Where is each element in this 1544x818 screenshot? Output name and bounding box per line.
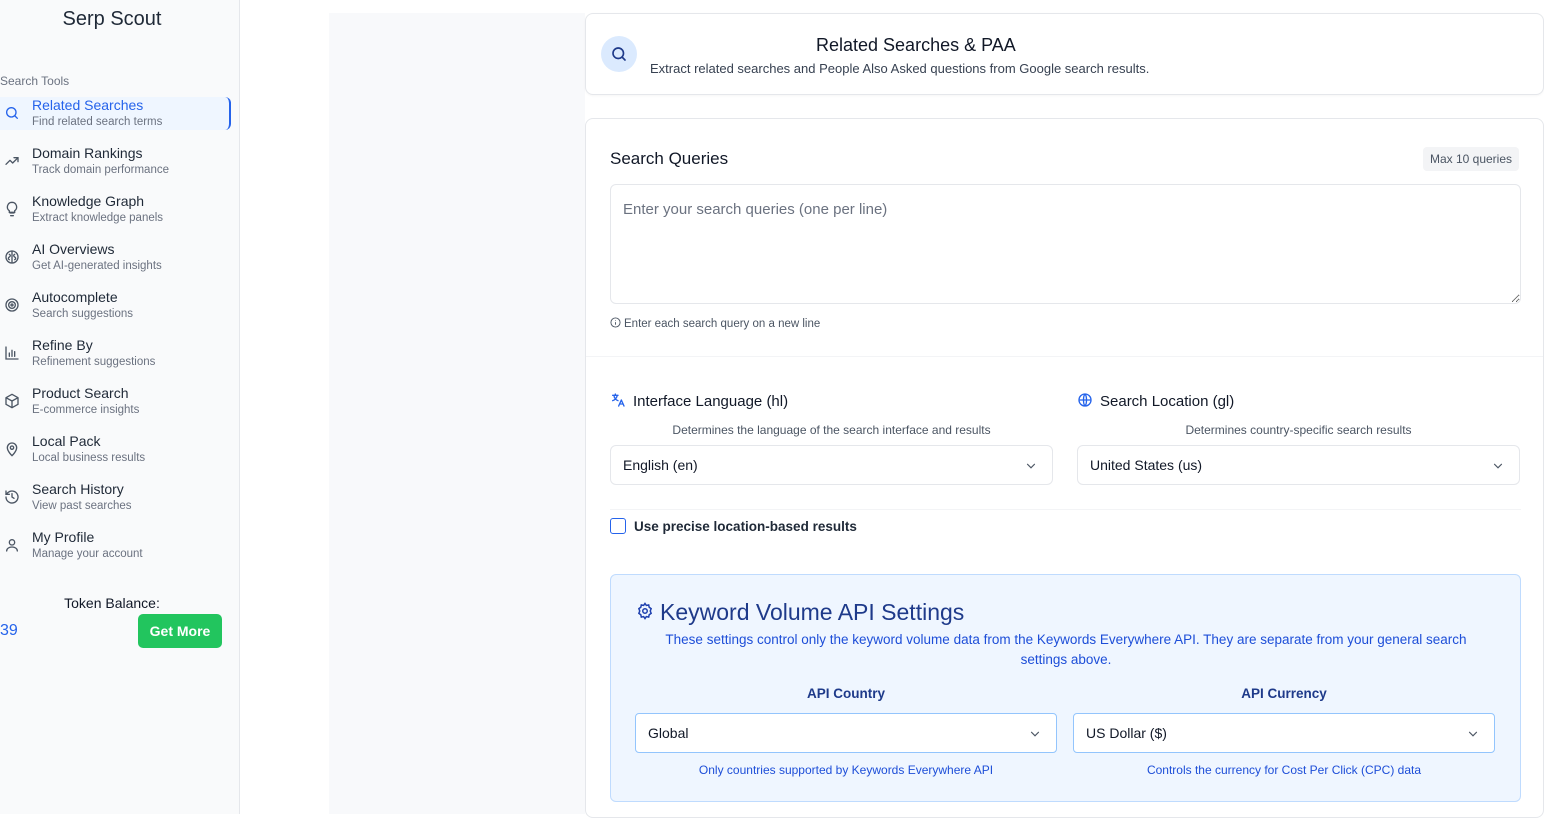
search-location-label-text: Search Location (gl) xyxy=(1100,393,1235,410)
sidebar-item-title: Autocomplete xyxy=(32,289,118,305)
info-icon xyxy=(610,317,621,328)
precise-location-checkbox[interactable] xyxy=(610,518,626,534)
sidebar-item-title: Refine By xyxy=(32,337,93,353)
sidebar-item-refine-by[interactable]: Refine By Refinement suggestions xyxy=(0,337,231,370)
globe-icon xyxy=(1078,393,1092,407)
sidebar: Serp Scout Search Tools Related Searches… xyxy=(0,0,240,814)
sidebar-item-subtitle: Get AI-generated insights xyxy=(32,260,162,272)
search-form-card: Search Queries Max 10 queries Enter each… xyxy=(585,118,1544,818)
page-header-card: Related Searches & PAA Extract related s… xyxy=(585,13,1544,95)
sidebar-item-subtitle: Extract knowledge panels xyxy=(32,212,164,224)
sidebar-item-search-history[interactable]: Search History View past searches xyxy=(0,481,231,514)
divider xyxy=(610,509,1521,510)
api-currency-label: API Currency xyxy=(1241,686,1327,701)
sidebar-item-related-searches[interactable]: Related Searches Find related search ter… xyxy=(0,97,231,130)
precise-location-label[interactable]: Use precise location-based results xyxy=(634,519,857,534)
sidebar-item-knowledge-graph[interactable]: Knowledge Graph Extract knowledge panels xyxy=(0,193,231,226)
sidebar-item-title: Product Search xyxy=(32,385,129,401)
keyword-volume-settings-panel: Keyword Volume API Settings These settin… xyxy=(610,574,1521,802)
keyword-volume-title: Keyword Volume API Settings xyxy=(636,599,964,626)
gear-icon xyxy=(637,602,653,620)
sidebar-item-subtitle: Track domain performance xyxy=(32,164,169,176)
search-queries-hint-text: Enter each search query on a new line xyxy=(624,318,821,330)
get-more-button[interactable]: Get More xyxy=(138,614,222,648)
brain-icon xyxy=(4,249,20,265)
search-queries-input[interactable] xyxy=(610,184,1521,304)
sidebar-item-domain-rankings[interactable]: Domain Rankings Track domain performance xyxy=(0,145,231,178)
api-country-label: API Country xyxy=(806,686,885,701)
max-queries-badge: Max 10 queries xyxy=(1423,147,1519,171)
divider xyxy=(586,356,1543,357)
keyword-volume-description: These settings control only the keyword … xyxy=(665,632,1467,667)
map-pin-icon xyxy=(4,441,20,457)
interface-language-selected: English (en) xyxy=(623,457,698,473)
sidebar-item-my-profile[interactable]: My Profile Manage your account xyxy=(0,529,231,562)
api-country-note: Only countries supported by Keywords Eve… xyxy=(698,763,994,777)
token-balance-value: 39 xyxy=(0,622,18,639)
sidebar-item-product-search[interactable]: Product Search E-commerce insights xyxy=(0,385,231,418)
search-location-label: Search Location (gl) xyxy=(1077,392,1234,410)
page-subtitle: Extract related searches and People Also… xyxy=(650,61,1150,76)
sidebar-item-subtitle: Local business results xyxy=(32,452,146,464)
sidebar-item-title: Search History xyxy=(32,481,124,497)
sidebar-item-title: Related Searches xyxy=(32,97,144,113)
api-currency-select[interactable]: US Dollar ($) xyxy=(1073,713,1495,753)
sidebar-section-label: Search Tools xyxy=(0,74,70,88)
interface-language-label-text: Interface Language (hl) xyxy=(633,393,789,410)
page-title: Related Searches & PAA xyxy=(816,35,1016,55)
search-queries-title: Search Queries xyxy=(610,149,729,168)
sidebar-item-autocomplete[interactable]: Autocomplete Search suggestions xyxy=(0,289,231,322)
sidebar-item-title: My Profile xyxy=(32,529,95,545)
history-icon xyxy=(4,489,20,505)
trending-up-icon xyxy=(4,153,20,169)
package-icon xyxy=(4,393,20,409)
search-icon xyxy=(601,36,637,72)
interface-language-description: Determines the language of the search in… xyxy=(672,423,991,437)
api-currency-note: Controls the currency for Cost Per Click… xyxy=(1146,763,1422,777)
sidebar-item-subtitle: Manage your account xyxy=(32,548,143,560)
sidebar-item-subtitle: View past searches xyxy=(32,500,132,512)
sidebar-item-ai-overviews[interactable]: AI Overviews Get AI-generated insights xyxy=(0,241,231,274)
api-currency-selected: US Dollar ($) xyxy=(1086,725,1167,741)
chevron-down-icon xyxy=(1024,459,1038,473)
sidebar-item-subtitle: Search suggestions xyxy=(32,308,134,320)
search-location-description: Determines country-specific search resul… xyxy=(1185,423,1412,437)
sidebar-item-title: Domain Rankings xyxy=(32,145,143,161)
sidebar-item-subtitle: Refinement suggestions xyxy=(32,356,156,368)
sidebar-item-title: Knowledge Graph xyxy=(32,193,145,209)
sidebar-item-subtitle: E-commerce insights xyxy=(32,404,140,416)
user-icon xyxy=(4,537,20,553)
chevron-down-icon xyxy=(1491,459,1505,473)
bar-chart-icon xyxy=(4,345,20,361)
app-title: Serp Scout xyxy=(62,8,162,30)
interface-language-label: Interface Language (hl) xyxy=(610,392,788,410)
sidebar-item-title: Local Pack xyxy=(32,433,101,449)
translate-icon xyxy=(612,393,625,407)
search-queries-hint: Enter each search query on a new line xyxy=(610,317,820,330)
chevron-down-icon xyxy=(1028,727,1042,741)
api-country-select[interactable]: Global xyxy=(635,713,1057,753)
sidebar-item-title: AI Overviews xyxy=(32,241,115,257)
lightbulb-icon xyxy=(4,201,20,217)
search-icon xyxy=(4,105,20,121)
chevron-down-icon xyxy=(1466,727,1480,741)
target-icon xyxy=(4,297,20,313)
keyword-volume-title-text: Keyword Volume API Settings xyxy=(660,599,965,625)
search-location-select[interactable]: United States (us) xyxy=(1077,445,1520,485)
background-panel xyxy=(329,13,585,814)
interface-language-select[interactable]: English (en) xyxy=(610,445,1053,485)
sidebar-item-subtitle: Find related search terms xyxy=(32,116,163,128)
token-balance-label: Token Balance: xyxy=(64,595,160,611)
sidebar-item-local-pack[interactable]: Local Pack Local business results xyxy=(0,433,231,466)
api-country-selected: Global xyxy=(648,725,689,741)
search-location-selected: United States (us) xyxy=(1090,457,1203,473)
